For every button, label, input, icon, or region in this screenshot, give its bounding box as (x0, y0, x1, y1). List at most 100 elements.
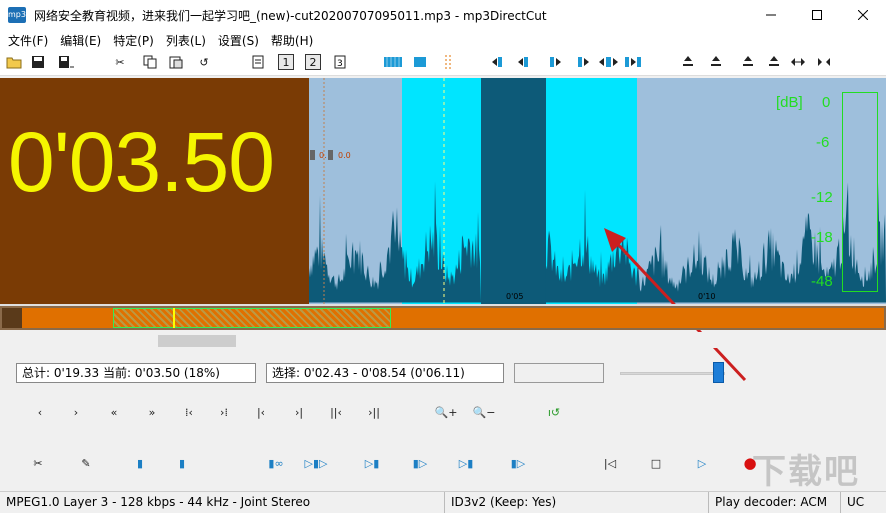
db-label: -6 (816, 134, 830, 151)
paste-icon[interactable] (168, 54, 184, 70)
marker-prev-icon[interactable] (490, 54, 506, 70)
title-bar: mp3 网络安全教育视频，进来我们一起学习吧_(new)-cut20200707… (0, 0, 886, 30)
minimize-button[interactable] (748, 0, 794, 30)
jump-4-icon[interactable] (766, 54, 782, 70)
collapse-icon[interactable] (816, 54, 832, 70)
volume-slider-track[interactable] (620, 372, 725, 375)
maximize-button[interactable] (794, 0, 840, 30)
menu-settings[interactable]: 设置(S) (212, 32, 265, 49)
menu-special[interactable]: 特定(P) (107, 32, 160, 49)
view-dotted-icon[interactable] (440, 54, 456, 70)
cut-scissors-icon[interactable]: ✂ (24, 452, 52, 474)
pencil-icon[interactable]: ✎ (72, 452, 100, 474)
total-current-field: 总计: 0'19.33 当前: 0'03.50 (18%) (16, 363, 256, 383)
menu-bar: 文件(F) 编辑(E) 特定(P) 列表(L) 设置(S) 帮助(H) (0, 30, 886, 50)
marker-split-icon[interactable] (624, 54, 642, 70)
open-folder-icon[interactable] (6, 54, 22, 70)
scrollbar-thumb[interactable] (158, 335, 236, 347)
play-selection-icon[interactable]: ▷▮▷ (302, 452, 330, 474)
close-button[interactable] (840, 0, 886, 30)
minimize-icon (766, 14, 776, 16)
copy-icon[interactable] (142, 54, 158, 70)
overview-track[interactable] (22, 308, 884, 328)
to-sel-end-icon[interactable]: ›⁞ (210, 402, 238, 422)
menu-list[interactable]: 列表(L) (160, 32, 212, 49)
db-label: -48 (811, 273, 833, 290)
current-time: 0'03.50 (8, 115, 275, 209)
page-2-icon[interactable]: 2 (305, 54, 321, 70)
level-undo-icon[interactable]: ı↺ (540, 402, 568, 422)
jump-2-icon[interactable] (708, 54, 724, 70)
overview-selection (113, 308, 391, 328)
marker-mid-icon[interactable] (548, 54, 564, 70)
loop-icon[interactable]: ▮∞ (262, 452, 290, 474)
step-back-icon[interactable]: ‹ (26, 402, 54, 422)
step-forward-icon[interactable]: › (62, 402, 90, 422)
time-tick-label: 0'05 (506, 292, 524, 301)
db-label: -12 (811, 189, 833, 206)
close-icon (858, 10, 868, 20)
zoom-in-icon[interactable]: 🔍+ (432, 402, 460, 422)
to-sel-start-icon[interactable]: ⁞‹ (175, 402, 203, 422)
marker-right-icon[interactable] (576, 54, 592, 70)
document-icon[interactable] (250, 54, 266, 70)
window-controls (748, 0, 886, 30)
stop-icon[interactable]: □ (642, 452, 670, 474)
marker-both-icon[interactable] (598, 54, 620, 70)
cut-icon[interactable]: ✂ (112, 54, 128, 70)
jump-1-icon[interactable] (680, 54, 696, 70)
menu-file[interactable]: 文件(F) (2, 32, 54, 49)
status-id3: ID3v2 (Keep: Yes) (445, 492, 709, 513)
window-title: 网络安全教育视频，进来我们一起学习吧_(new)-cut202007070950… (34, 8, 547, 23)
status-mode: UC (847, 495, 865, 509)
to-begin-icon[interactable]: |‹ (247, 402, 275, 422)
view-block-icon[interactable] (412, 54, 428, 70)
undo-icon[interactable]: ↺ (196, 54, 212, 70)
play-after-icon[interactable]: ▮▷ (504, 452, 532, 474)
app-icon: mp3 (8, 7, 26, 23)
toolbar: ✂ ↺ 1 2 3 (0, 50, 886, 76)
watermark-logo: 下载吧 (752, 452, 860, 492)
db-meter (842, 92, 878, 292)
save-icon[interactable] (30, 54, 46, 70)
set-begin-icon[interactable]: ▮ (126, 452, 154, 474)
play-to-mark-icon[interactable]: ▷▮ (358, 452, 386, 474)
selection-dotted-line (443, 78, 445, 304)
jump-3-icon[interactable] (740, 54, 756, 70)
extra-field (514, 363, 604, 383)
marker-left-icon[interactable] (516, 54, 532, 70)
volume-slider-thumb[interactable] (713, 362, 724, 383)
maximize-icon (812, 10, 822, 20)
play-from-mark-icon[interactable]: ▮▷ (406, 452, 434, 474)
status-bar: MPEG1.0 Layer 3 - 128 kbps - 44 kHz - Jo… (0, 491, 886, 513)
skip-start-icon[interactable]: |◁ (596, 452, 624, 474)
play-end-icon[interactable]: ▷▮ (452, 452, 480, 474)
fast-back-icon[interactable]: « (100, 402, 128, 422)
page-1-icon[interactable]: 1 (278, 54, 294, 70)
set-end-icon[interactable]: ▮ (168, 452, 196, 474)
view-waveform-icon[interactable] (384, 54, 402, 70)
fast-forward-icon[interactable]: » (138, 402, 166, 422)
horizontal-scrollbar[interactable] (0, 332, 886, 348)
overview-bar[interactable] (0, 304, 886, 330)
status-decoder: Play decoder: ACM (709, 492, 841, 513)
marker-left-label: 0. (319, 151, 327, 160)
overview-cursor[interactable] (173, 308, 175, 328)
menu-edit[interactable]: 编辑(E) (54, 32, 107, 49)
save-split-icon[interactable] (58, 54, 74, 70)
prev-cue-icon[interactable]: ||‹ (322, 402, 350, 422)
svg-text:3: 3 (337, 59, 343, 69)
marker-right-label: 0.0 (338, 151, 351, 160)
menu-help[interactable]: 帮助(H) (265, 32, 319, 49)
page-3-icon[interactable]: 3 (332, 54, 348, 70)
cut-marker[interactable] (308, 78, 338, 304)
status-format: MPEG1.0 Layer 3 - 128 kbps - 44 kHz - Jo… (0, 492, 445, 513)
to-end-icon[interactable]: ›| (285, 402, 313, 422)
play-icon[interactable]: ▷ (688, 452, 716, 474)
overview-start (2, 308, 22, 328)
next-cue-icon[interactable]: ›|| (360, 402, 388, 422)
expand-icon[interactable] (790, 54, 806, 70)
db-unit-label: [dB] (776, 94, 803, 111)
zoom-out-icon[interactable]: 🔍− (470, 402, 498, 422)
selection-field: 选择: 0'02.43 - 0'08.54 (0'06.11) (266, 363, 504, 383)
